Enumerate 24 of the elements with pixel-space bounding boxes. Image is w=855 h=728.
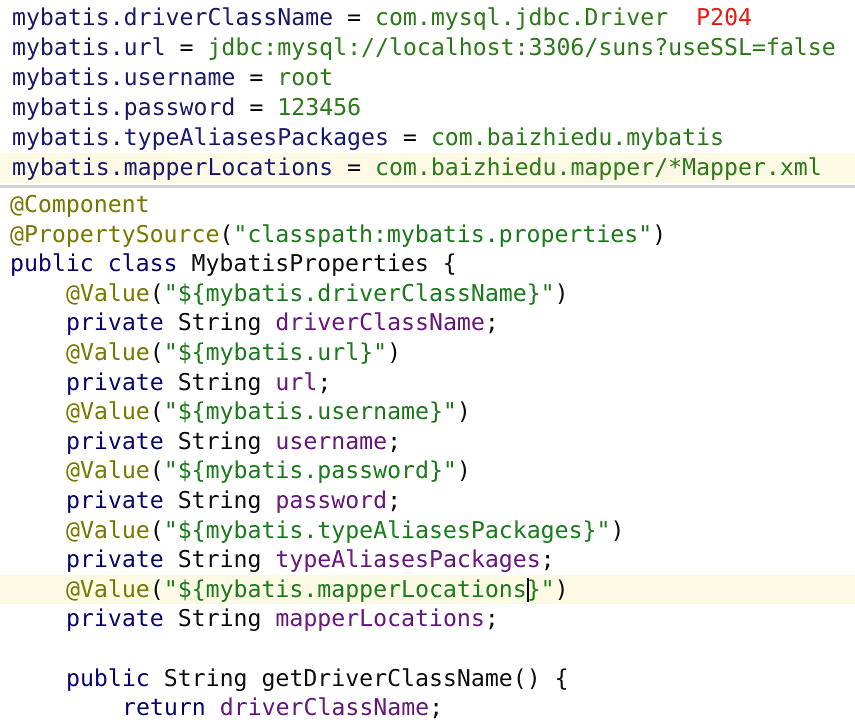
annotation-label: P204 <box>696 3 752 33</box>
code-line: return driverClassName; <box>122 694 444 722</box>
code-line: private String mapperLocations; <box>66 605 499 632</box>
code-line: public String getDriverClassName() { <box>66 664 569 692</box>
code-line: @Value("${mybatis.typeAliasesPackages}") <box>66 516 624 544</box>
property-line: mybatis.typeAliasesPackages = com.baizhiedu.mybatis <box>12 123 724 153</box>
code-line: @Value("${mybatis.url}") <box>66 338 402 366</box>
property-line: mybatis.mapperLocations = com.baizhiedu.mapper/*Mapper.xml <box>12 153 822 183</box>
code-line: private String url; <box>66 368 332 396</box>
property-line: mybatis.driverClassName = com.mysql.jdbc.Driver <box>12 3 668 33</box>
code-line: private String username; <box>66 428 402 455</box>
code-line: @Component <box>10 191 150 218</box>
property-line: mybatis.username = root <box>12 63 334 93</box>
code-line: private String driverClassName; <box>66 309 499 336</box>
code-line: @Value("${mybatis.username}") <box>66 398 471 426</box>
code-line: @Value("${mybatis.mapperLocations}") <box>66 576 569 603</box>
code-line: @Value("${mybatis.driverClassName}") <box>66 280 569 307</box>
property-line: mybatis.password = 123456 <box>12 93 362 123</box>
code-line: public class MybatisProperties { <box>10 250 457 278</box>
code-line: private String typeAliasesPackages; <box>66 546 555 574</box>
code-line: @Value("${mybatis.password}") <box>66 457 471 484</box>
property-line: mybatis.url = jdbc:mysql://localhost:3306/suns?useSSL=false <box>12 33 836 63</box>
code-line: private String password; <box>66 486 402 514</box>
code-line: @PropertySource("classpath:mybatis.properties") <box>10 220 666 248</box>
